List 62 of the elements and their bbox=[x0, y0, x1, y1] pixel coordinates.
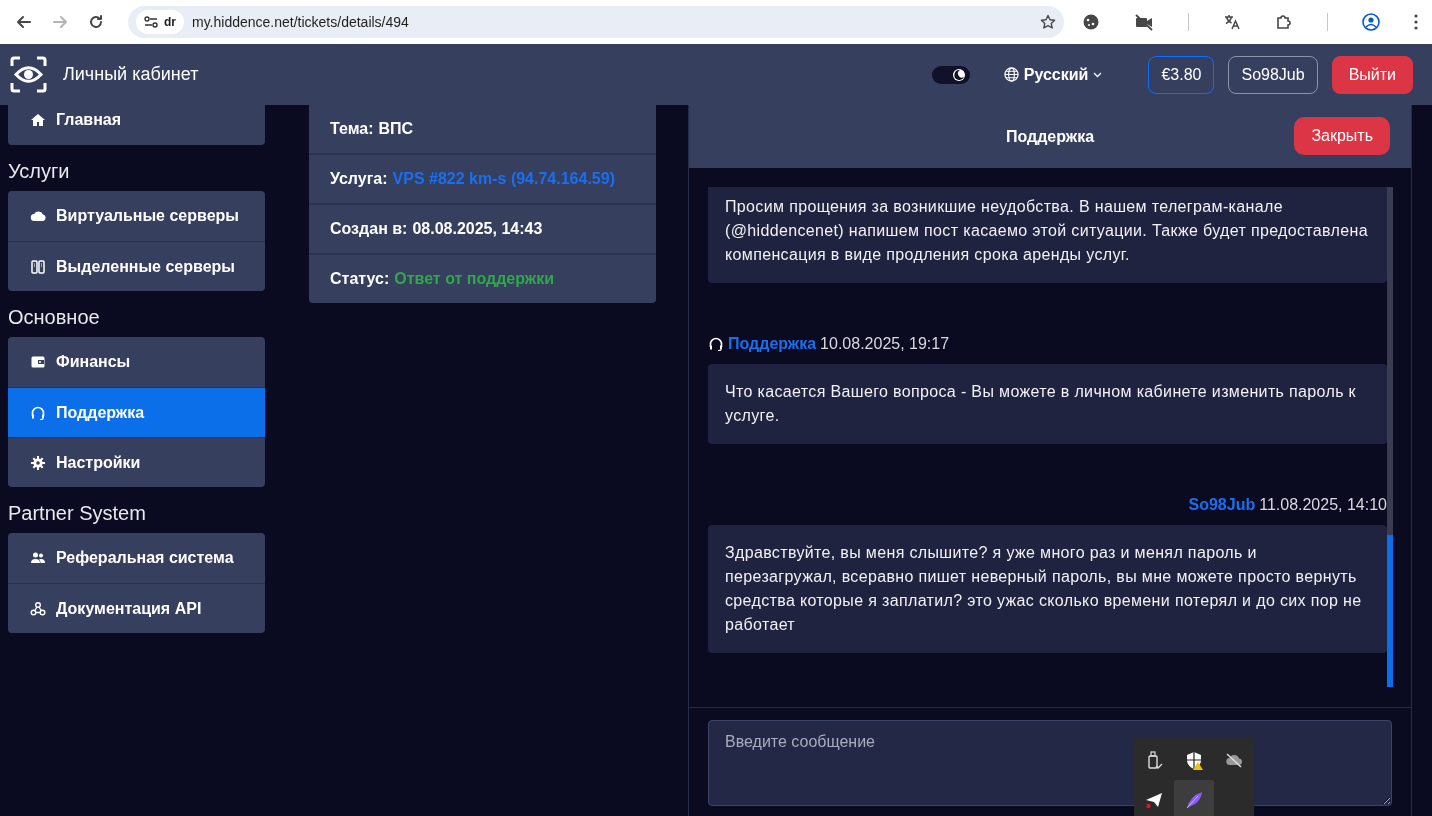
status-text: Ответ от поддержки bbox=[394, 270, 554, 288]
message-time: 11.08.2025, 14:10 bbox=[1259, 496, 1387, 514]
section-heading: Partner System bbox=[8, 502, 147, 525]
brand-title[interactable]: Личный кабинет bbox=[63, 64, 199, 85]
headset-icon bbox=[708, 336, 724, 352]
webhook-icon bbox=[30, 600, 46, 617]
scrollbar-thumb[interactable] bbox=[1387, 535, 1393, 687]
wallet-icon bbox=[30, 354, 46, 370]
sidebar-item[interactable]: Реферальная система bbox=[8, 533, 265, 583]
balance-button[interactable]: €3.80 bbox=[1148, 55, 1215, 94]
shield-warning-icon[interactable] bbox=[1184, 750, 1204, 770]
users-icon bbox=[30, 550, 46, 566]
more-icon[interactable] bbox=[1414, 14, 1418, 30]
sidebar-item[interactable]: Поддержка bbox=[8, 387, 265, 437]
message-bubble: Что касается Вашего вопроса - Вы можете в личном кабинете изменить пароль к услуге. bbox=[708, 364, 1387, 444]
message-time: 10.08.2025, 19:17 bbox=[820, 335, 950, 353]
sidebar-item[interactable]: Виртуальные серверы bbox=[8, 191, 265, 241]
author-name: Поддержка bbox=[728, 335, 817, 353]
author-name: So98Jub bbox=[1188, 496, 1256, 514]
feather-icon[interactable] bbox=[1184, 790, 1204, 810]
language-selector[interactable]: Русский bbox=[1003, 65, 1103, 84]
camera-off-icon[interactable] bbox=[1134, 13, 1154, 31]
chat-title: Поддержка bbox=[1005, 127, 1095, 146]
moon-icon bbox=[952, 68, 965, 81]
field-value: 08.08.2025, 14:43 bbox=[412, 220, 543, 238]
field-label: Статус: bbox=[330, 270, 390, 288]
section-heading: Услуги bbox=[8, 160, 71, 183]
server-icon bbox=[30, 258, 46, 275]
headset-icon bbox=[30, 404, 46, 421]
site-info-chip[interactable]: dr bbox=[136, 10, 184, 34]
sidebar-item[interactable]: Документация API bbox=[8, 583, 265, 633]
cloud-off-icon[interactable] bbox=[1224, 750, 1244, 770]
address-field[interactable]: my.hiddence.net/tickets/details/494 bbox=[192, 14, 1032, 30]
reload-icon[interactable] bbox=[88, 14, 104, 30]
field-label: Создан в: bbox=[330, 220, 408, 238]
message-bubble: Просим прощения за возникшие неудобства. В нашем телеграм-канале (@hiddencenet) напишем пост касаемо этой ситуации. Также будет предоставлена компенсация в виде продления срока аренды услуг. bbox=[708, 187, 1387, 283]
profile-icon[interactable] bbox=[1362, 13, 1380, 31]
send-icon[interactable] bbox=[1144, 790, 1164, 810]
section-heading: Основное bbox=[8, 306, 101, 329]
cookie-icon[interactable] bbox=[1082, 13, 1100, 31]
tune-icon bbox=[144, 16, 158, 28]
profile-button[interactable]: So98Jub bbox=[1228, 55, 1318, 94]
field-label: Тема: bbox=[330, 120, 374, 138]
chevron-icon bbox=[1093, 71, 1103, 78]
settings-icon bbox=[30, 454, 46, 471]
sidebar-item[interactable]: Настройки bbox=[8, 437, 265, 487]
sidebar-item[interactable]: Финансы bbox=[8, 337, 265, 387]
sidebar-item[interactable]: Главная bbox=[8, 105, 265, 145]
back-icon[interactable] bbox=[16, 14, 32, 30]
theme-toggle[interactable] bbox=[931, 65, 970, 84]
translate-icon[interactable] bbox=[1223, 13, 1241, 31]
globe-icon bbox=[1003, 67, 1019, 82]
field-value: ВПС bbox=[378, 120, 414, 138]
home-icon bbox=[30, 112, 46, 128]
close-ticket-button[interactable]: Закрыть bbox=[1294, 117, 1390, 155]
star-icon[interactable] bbox=[1040, 14, 1056, 30]
logout-button[interactable]: Выйти bbox=[1331, 55, 1413, 94]
message-bubble: Здравствуйте, вы меня слышите? я уже много раз и менял пароль и перезагружал, всеравно пишет неверный пароль, вы мне можете просто вернуть средства которые я заплатил? это ужас сколько времени потерял и до сих пор не работает bbox=[708, 525, 1387, 653]
eye-logo-icon[interactable] bbox=[10, 56, 47, 93]
field-label: Услуга: bbox=[330, 170, 388, 188]
puzzle-icon[interactable] bbox=[1275, 13, 1293, 31]
sidebar-item[interactable]: Выделенные серверы bbox=[8, 241, 265, 291]
